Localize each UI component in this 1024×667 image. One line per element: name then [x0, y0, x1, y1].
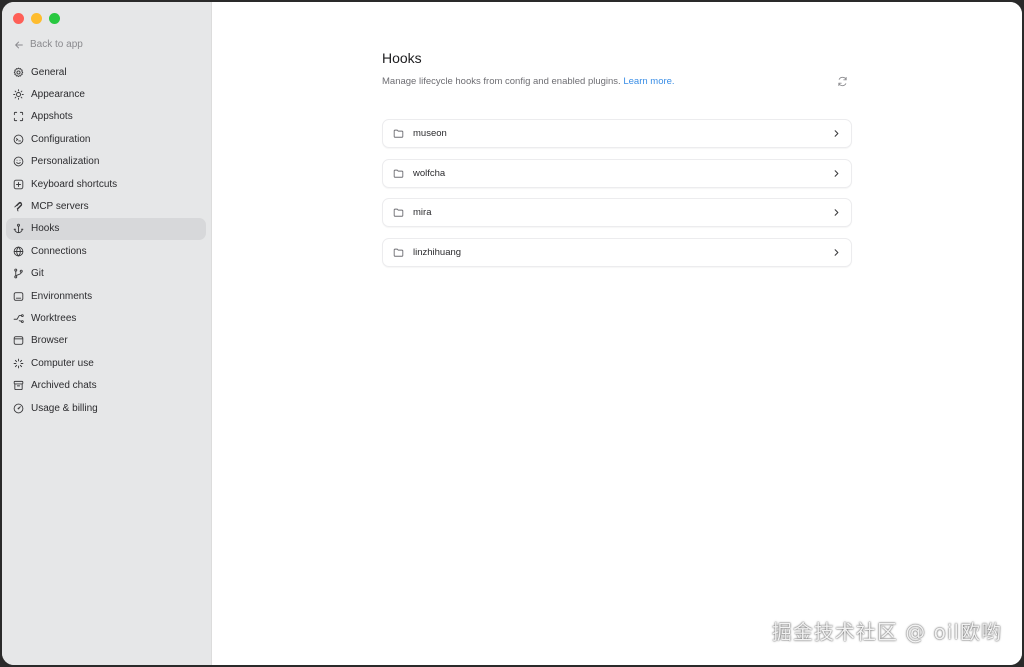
watermark: 掘金技术社区 @ oil欧哟: [771, 620, 1002, 644]
sparkle-icon: [13, 358, 24, 369]
settings-window: Back to app General Appearance Appshots …: [2, 2, 1022, 665]
hook-row-linzhihuang[interactable]: linzhihuang: [382, 237, 852, 267]
chevron-right-icon: [834, 248, 839, 256]
hook-name: linzhihuang: [413, 246, 462, 258]
page-subtitle: Manage lifecycle hooks from config and e…: [382, 76, 852, 87]
sidebar-item-label: Connections: [31, 245, 87, 257]
hook-name: museon: [413, 128, 447, 139]
sidebar-item-label: Archived chats: [31, 380, 97, 392]
main-panel: Hooks Manage lifecycle hooks from config…: [212, 2, 1022, 665]
sidebar-item-label: Hooks: [31, 223, 60, 235]
chevron-right-icon: [834, 209, 839, 216]
sun-icon: [13, 89, 24, 100]
folder-icon: [393, 169, 404, 178]
sidebar-item-label: Environments: [31, 290, 93, 302]
window-controls: [13, 13, 60, 24]
close-window-button[interactable]: [13, 13, 24, 24]
sidebar-item-label: Appearance: [31, 89, 85, 101]
sidebar-item-label: Configuration: [31, 133, 91, 145]
git-branch-icon: [14, 268, 23, 279]
sidebar-item-configuration[interactable]: Configuration: [6, 128, 206, 150]
hooks-section: Hooks Manage lifecycle hooks from config…: [382, 50, 852, 267]
sidebar-item-label: Keyboard shortcuts: [31, 178, 118, 190]
page-title: Hooks: [382, 50, 422, 66]
sidebar: Back to app General Appearance Appshots …: [2, 2, 212, 665]
gear-icon: [13, 67, 24, 77]
sidebar-item-hooks[interactable]: Hooks: [6, 217, 206, 241]
sidebar-item-computer-use[interactable]: Computer use: [6, 352, 206, 374]
zoom-window-button[interactable]: [49, 13, 60, 24]
keyboard-icon: [13, 179, 24, 189]
settings-nav: General Appearance Appshots Configuratio…: [6, 61, 206, 419]
folder-icon: [393, 208, 404, 217]
minimize-window-button[interactable]: [31, 13, 42, 24]
personalization-icon: [13, 156, 24, 167]
sidebar-item-label: Browser: [31, 335, 68, 347]
hooks-list: museon wolfcha mira linzhihuang: [382, 119, 852, 277]
folder-icon: [393, 129, 404, 138]
refresh-icon: [838, 76, 847, 87]
sidebar-item-label: General: [31, 66, 67, 78]
sidebar-item-general[interactable]: General: [6, 61, 206, 83]
sidebar-item-keyboard-shortcuts[interactable]: Keyboard shortcuts: [6, 173, 206, 195]
learn-more-link[interactable]: Learn more.: [623, 76, 674, 87]
sidebar-item-mcp-servers[interactable]: MCP servers: [6, 195, 206, 217]
sidebar-item-label: MCP servers: [31, 201, 89, 213]
sidebar-item-worktrees[interactable]: Worktrees: [6, 307, 206, 329]
gauge-icon: [13, 403, 24, 413]
chevron-right-icon: [834, 169, 839, 177]
environment-icon: [13, 291, 24, 301]
worktree-icon: [13, 314, 24, 323]
sidebar-item-connections[interactable]: Connections: [6, 240, 206, 262]
sidebar-item-label: Git: [31, 268, 44, 280]
sidebar-item-label: Worktrees: [31, 312, 77, 324]
archive-icon: [13, 381, 24, 391]
hook-name: mira: [413, 207, 432, 218]
back-to-app-button[interactable]: Back to app: [14, 39, 83, 50]
chevron-right-icon: [834, 130, 839, 137]
hook-row-museon[interactable]: museon: [382, 119, 852, 148]
hook-name: wolfcha: [413, 167, 446, 179]
sidebar-item-browser[interactable]: Browser: [6, 330, 206, 352]
sidebar-item-label: Usage & billing: [31, 402, 98, 414]
sidebar-item-appshots[interactable]: Appshots: [6, 106, 206, 128]
sidebar-item-usage-billing[interactable]: Usage & billing: [6, 397, 206, 419]
mcp-icon: [14, 201, 23, 212]
sidebar-item-label: Appshots: [31, 111, 73, 123]
sidebar-item-archived-chats[interactable]: Archived chats: [6, 374, 206, 396]
sidebar-item-appearance[interactable]: Appearance: [6, 83, 206, 105]
sidebar-item-git[interactable]: Git: [6, 263, 206, 285]
arrow-left-icon: [15, 41, 23, 48]
sidebar-item-personalization[interactable]: Personalization: [6, 151, 206, 173]
back-to-app-label: Back to app: [30, 39, 83, 50]
sidebar-item-label: Computer use: [31, 357, 94, 369]
globe-icon: [13, 246, 24, 257]
screenshot-icon: [13, 112, 24, 122]
subtitle-text: Manage lifecycle hooks from config and e…: [382, 76, 621, 87]
hook-row-mira[interactable]: mira: [382, 198, 852, 227]
browser-icon: [13, 336, 24, 346]
folder-icon: [393, 248, 404, 257]
configuration-icon: [13, 134, 24, 145]
sidebar-item-label: Personalization: [31, 156, 100, 168]
anchor-icon: [13, 224, 24, 234]
hook-row-wolfcha[interactable]: wolfcha: [382, 158, 852, 188]
sidebar-item-environments[interactable]: Environments: [6, 285, 206, 307]
refresh-button[interactable]: [837, 74, 848, 87]
